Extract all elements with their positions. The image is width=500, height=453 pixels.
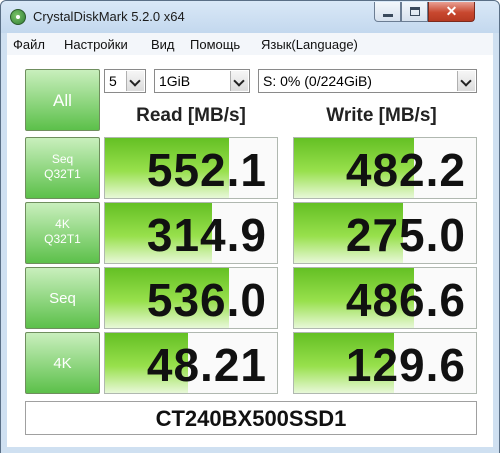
menu-help[interactable]: Помощь: [190, 37, 240, 52]
drive-value: S: 0% (0/224GiB): [263, 73, 372, 89]
seq-q32t1-write-cell: 482.2: [293, 137, 477, 199]
result-value: 314.9: [146, 209, 267, 261]
4k-read-cell: 48.21: [104, 332, 278, 394]
close-button[interactable]: ✕: [428, 2, 475, 22]
write-column-header: Write [MB/s]: [326, 105, 437, 126]
chevron-down-icon[interactable]: [457, 71, 475, 91]
comment-field[interactable]: CT240BX500SSD1: [25, 401, 477, 435]
4k-button[interactable]: 4K: [25, 332, 100, 394]
result-value: 48.21: [146, 339, 267, 391]
row-label-line2: Q32T1: [44, 232, 81, 246]
row-label-line1: Seq: [51, 152, 74, 166]
menu-settings[interactable]: Настройки: [64, 37, 128, 52]
row-label: Seq: [49, 290, 76, 307]
result-value: 275.0: [345, 209, 466, 261]
read-column-header: Read [MB/s]: [136, 105, 246, 126]
seq-read-cell: 536.0: [104, 267, 278, 329]
result-value: 552.1: [146, 144, 267, 196]
result-value: 486.6: [345, 274, 466, 326]
maximize-button[interactable]: [401, 2, 428, 22]
4k-q32t1-write-cell: 275.0: [293, 202, 477, 264]
chevron-down-icon[interactable]: [230, 71, 248, 91]
menu-language[interactable]: Язык(Language): [261, 37, 358, 52]
run-all-button[interactable]: All: [25, 69, 100, 131]
menu-file[interactable]: Файл: [13, 37, 45, 52]
result-value: 536.0: [146, 274, 267, 326]
minimize-icon: [383, 14, 393, 17]
comment-text: CT240BX500SSD1: [155, 406, 347, 431]
app-disk-icon: [10, 9, 26, 25]
4k-write-cell: 129.6: [293, 332, 477, 394]
window-frame-right: [493, 33, 499, 453]
test-size-value: 1GiB: [159, 73, 191, 89]
close-icon: ✕: [445, 3, 458, 19]
test-count-select[interactable]: 5: [104, 69, 146, 93]
title-bar[interactable]: CrystalDiskMark 5.2.0 x64 ✕: [1, 1, 499, 33]
run-all-label: All: [53, 91, 72, 110]
seq-button[interactable]: Seq: [25, 267, 100, 329]
4k-q32t1-button[interactable]: 4K Q32T1: [25, 202, 100, 264]
seq-q32t1-button[interactable]: Seq Q32T1: [25, 137, 100, 199]
main-panel: All 5 1GiB S: 0% (0/224GiB) Read [MB/s] …: [7, 55, 493, 447]
chevron-down-icon[interactable]: [126, 71, 144, 91]
menu-bar: Файл Настройки Вид Помощь Язык(Language): [7, 33, 493, 55]
row-label: 4K: [53, 355, 72, 372]
window-title: CrystalDiskMark 5.2.0 x64: [33, 9, 185, 24]
minimize-button[interactable]: [374, 2, 401, 22]
result-value: 482.2: [345, 144, 466, 196]
drive-select[interactable]: S: 0% (0/224GiB): [258, 69, 477, 93]
seq-write-cell: 486.6: [293, 267, 477, 329]
seq-q32t1-read-cell: 552.1: [104, 137, 278, 199]
menu-view[interactable]: Вид: [151, 37, 175, 52]
window-frame-bottom: [1, 447, 499, 453]
result-value: 129.6: [345, 339, 466, 391]
4k-q32t1-read-cell: 314.9: [104, 202, 278, 264]
row-label-line1: 4K: [55, 217, 70, 231]
app-window: CrystalDiskMark 5.2.0 x64 ✕ Файл Настрой…: [0, 0, 500, 453]
row-label-line2: Q32T1: [44, 167, 81, 181]
maximize-icon: [410, 7, 420, 16]
test-count-value: 5: [109, 73, 117, 89]
test-size-select[interactable]: 1GiB: [154, 69, 250, 93]
